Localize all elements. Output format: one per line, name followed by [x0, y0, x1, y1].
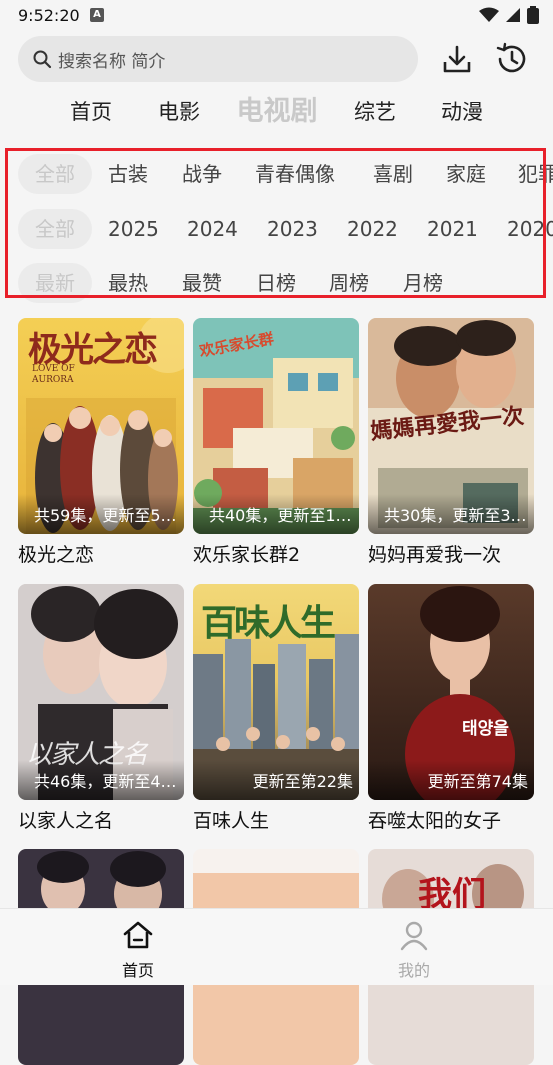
show-title[interactable]: 以家人之名	[18, 806, 184, 833]
show-card[interactable]: 欢乐家长群 共40集，更新至1… 欢乐家长群2	[193, 318, 359, 567]
status-time: 9:52:20	[18, 6, 80, 25]
genre-filter-item[interactable]: 犯罪	[518, 154, 553, 194]
show-poster[interactable]: 媽媽再愛我一次 共30集，更新至3…	[368, 318, 534, 534]
sort-filter-item[interactable]: 最赞	[182, 263, 222, 303]
genre-filter-row: 全部 古装 战争 青春偶像 喜剧 家庭 犯罪	[18, 154, 553, 194]
episode-info: 更新至第22集	[252, 772, 353, 791]
year-filter-item[interactable]: 2024	[187, 209, 238, 249]
nav-label-profile: 我的	[397, 961, 430, 980]
year-filter-item[interactable]: 2022	[347, 209, 398, 249]
show-poster[interactable]: 以家人之名 共46集，更新至4…	[18, 584, 184, 800]
show-title[interactable]: 妈妈再爱我一次	[368, 540, 534, 567]
year-filter-row: 全部 2025 2024 2023 2022 2021 2020	[18, 209, 553, 249]
sort-filter-item[interactable]: 最热	[108, 263, 148, 303]
status-bar: 9:52:20 A	[0, 0, 553, 32]
profile-icon	[400, 921, 428, 951]
show-title[interactable]: 欢乐家长群2	[193, 540, 359, 567]
sort-filter-row: 最新 最热 最赞 日榜 周榜 月榜	[18, 263, 553, 303]
sort-filter-item[interactable]: 月榜	[403, 263, 443, 303]
search-input[interactable]: 搜索名称 简介	[18, 36, 418, 82]
download-icon	[443, 45, 471, 73]
episode-info: 更新至第74集	[427, 772, 528, 791]
download-button[interactable]	[440, 42, 474, 76]
history-button[interactable]	[494, 41, 530, 77]
tab-anime[interactable]: 动漫	[441, 92, 483, 132]
sort-filter-item[interactable]: 日榜	[256, 263, 296, 303]
poster-logo: 百味人生	[201, 602, 336, 644]
search-placeholder: 搜索名称 简介	[58, 51, 166, 72]
battery-icon	[527, 6, 539, 24]
notification-icon: A	[90, 8, 104, 22]
show-poster[interactable]: 百味人生 更新至第22集	[193, 584, 359, 800]
sort-filter-latest[interactable]: 最新	[18, 263, 92, 303]
year-filter-item[interactable]: 2021	[427, 209, 478, 249]
bottom-navigation: 首页 我的	[0, 908, 553, 985]
genre-filter-all[interactable]: 全部	[18, 154, 92, 194]
search-icon	[33, 50, 52, 69]
genre-filter-item[interactable]: 古装	[108, 154, 148, 194]
system-icons	[479, 6, 539, 24]
episode-info: 共46集，更新至4…	[34, 772, 177, 791]
show-card[interactable]: 极光之恋 LOVE OF AURORA 共59集，更新至5… 极光之恋	[18, 318, 184, 567]
category-tabs: 首页 电影 电视剧 综艺 动漫	[0, 92, 553, 136]
tab-tv-series[interactable]: 电视剧	[237, 92, 318, 132]
show-card[interactable]: 以家人之名 共46集，更新至4… 以家人之名	[18, 584, 184, 833]
show-card[interactable]: 태양을 更新至第74集 吞噬太阳的女子	[368, 584, 534, 833]
episode-info: 共59集，更新至5…	[34, 506, 177, 525]
wifi-icon	[479, 7, 499, 22]
genre-filter-item[interactable]: 喜剧	[373, 154, 413, 194]
sort-filter-item[interactable]: 周榜	[329, 263, 369, 303]
year-filter-item[interactable]: 2025	[108, 209, 159, 249]
nav-profile[interactable]: 我的	[374, 919, 454, 981]
history-icon	[496, 42, 526, 73]
show-card[interactable]: 百味人生 更新至第22集 百味人生	[193, 584, 359, 833]
episode-info: 共40集，更新至1…	[209, 506, 352, 525]
show-title[interactable]: 吞噬太阳的女子	[368, 806, 534, 833]
genre-filter-item[interactable]: 青春偶像	[255, 154, 335, 194]
poster-subtitle: LOVE OF AURORA	[32, 364, 75, 385]
year-filter-item[interactable]: 2020	[507, 209, 553, 249]
tab-movies[interactable]: 电影	[158, 92, 200, 132]
signal-icon	[506, 8, 520, 22]
tab-variety[interactable]: 综艺	[354, 92, 396, 132]
show-title[interactable]: 百味人生	[193, 806, 359, 833]
tab-home[interactable]: 首页	[70, 92, 112, 132]
show-title[interactable]: 极光之恋	[18, 540, 184, 567]
nav-label-home: 首页	[121, 961, 154, 980]
genre-filter-item[interactable]: 战争	[182, 154, 222, 194]
home-icon	[123, 921, 153, 949]
year-filter-item[interactable]: 2023	[267, 209, 318, 249]
poster-logo: 태양을	[462, 719, 509, 739]
nav-home[interactable]: 首页	[98, 919, 178, 981]
year-filter-all[interactable]: 全部	[18, 209, 92, 249]
show-poster[interactable]: 极光之恋 LOVE OF AURORA 共59集，更新至5…	[18, 318, 184, 534]
show-poster[interactable]: 欢乐家长群 共40集，更新至1…	[193, 318, 359, 534]
genre-filter-item[interactable]: 家庭	[446, 154, 486, 194]
show-poster[interactable]: 태양을 更新至第74集	[368, 584, 534, 800]
show-card[interactable]: 媽媽再愛我一次 共30集，更新至3… 妈妈再爱我一次	[368, 318, 534, 567]
episode-info: 共30集，更新至3…	[384, 506, 527, 525]
